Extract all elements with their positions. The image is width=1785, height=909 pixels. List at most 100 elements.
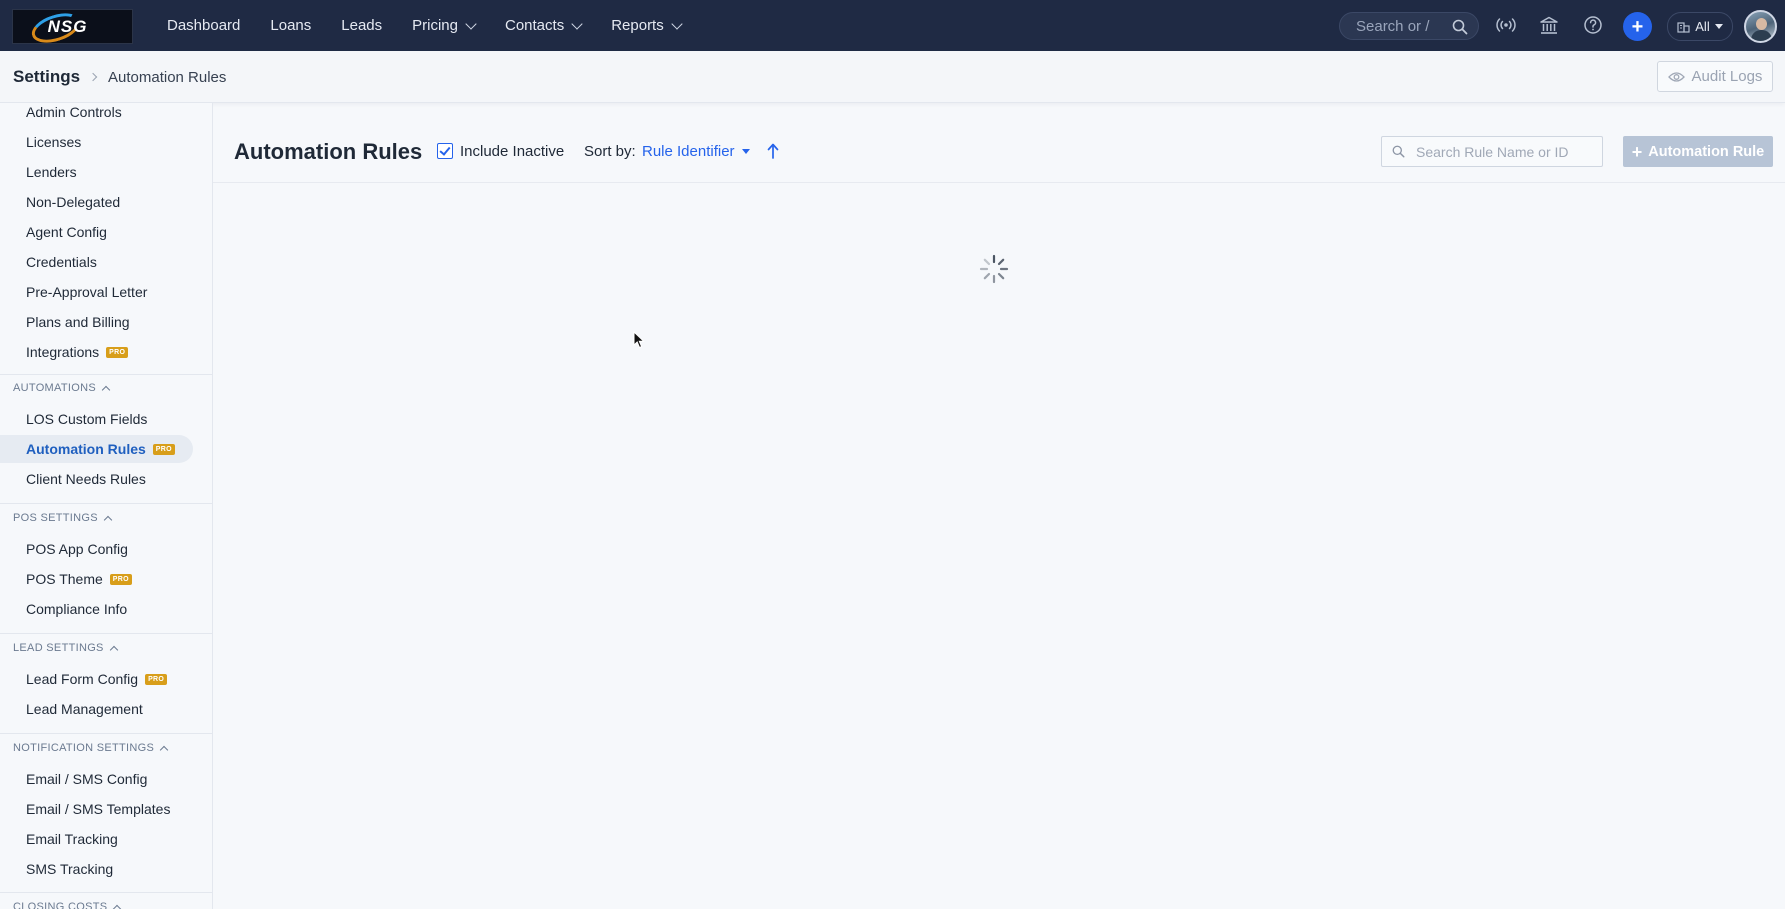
company-logo[interactable]: NSG [12,9,133,44]
sidebar-item-label: Compliance Info [26,601,128,617]
logo-text: NSG [47,16,88,36]
sidebar-item-automation-rules[interactable]: Automation Rules PRO [0,435,193,463]
audit-logs-label: Audit Logs [1691,68,1763,85]
caret-down-icon [1714,24,1723,29]
include-inactive-label[interactable]: Include Inactive [460,143,564,160]
audit-logs-button[interactable]: Audit Logs [1657,61,1773,92]
sidebar-item-label: Non-Delegated [26,194,121,210]
chevron-up-icon [101,385,111,394]
broadcast-icon[interactable] [1495,14,1517,36]
pro-badge: PRO [106,346,129,358]
global-search[interactable] [1339,12,1479,40]
mouse-cursor-icon [633,331,645,349]
nav-contacts-label: Contacts [505,17,565,34]
pro-badge: PRO [109,573,132,585]
sort-ascending-icon[interactable] [766,142,780,160]
nav-dashboard-label: Dashboard [167,17,241,34]
breadcrumb-current: Automation Rules [108,69,227,86]
scope-selector[interactable]: All [1667,12,1733,41]
avatar-head [1756,18,1767,30]
nav-dashboard[interactable]: Dashboard [167,17,240,34]
sidebar-item-label: POS App Config [26,541,128,557]
sidebar-item-label: Lead Form Config [26,671,139,687]
chevron-right-icon [88,72,98,82]
sidebar-section-lead-settings[interactable]: LEAD SETTINGS [13,642,118,654]
sidebar-item-lenders[interactable]: Lenders [0,158,193,186]
sidebar-item-label: Agent Config [26,224,107,240]
sidebar-divider [0,503,212,504]
search-icon [1452,19,1468,35]
sidebar-item-lead-form-config[interactable]: Lead Form Config PRO [0,665,193,693]
sidebar-item-pos-theme[interactable]: POS Theme PRO [0,565,193,593]
sidebar-item-licenses[interactable]: Licenses [0,128,193,156]
sidebar-item-email-sms-templates[interactable]: Email / SMS Templates [0,795,193,823]
sort-field-dropdown[interactable]: Rule Identifier [642,143,750,160]
sidebar-section-pos-settings[interactable]: POS SETTINGS [13,512,113,524]
sidebar-item-label: Credentials [26,254,97,270]
sidebar-section-automations[interactable]: AUTOMATIONS [13,382,111,394]
nav-contacts[interactable]: Contacts [505,17,583,34]
sidebar-item-lead-management[interactable]: Lead Management [0,695,193,723]
nav-pricing[interactable]: Pricing [412,17,477,34]
sidebar-item-client-needs-rules[interactable]: Client Needs Rules [0,465,193,493]
chevron-up-icon [109,645,118,654]
add-automation-rule-button[interactable]: + Automation Rule [1623,136,1773,167]
sidebar-item-pos-app-config[interactable]: POS App Config [0,535,193,563]
breadcrumb-root[interactable]: Settings [13,67,80,87]
add-automation-rule-label: Automation Rule [1648,143,1765,160]
sidebar-item-admin-controls[interactable]: Admin Controls [0,103,193,126]
global-search-input[interactable] [1354,16,1450,36]
sidebar-item-label: Email / SMS Config [26,771,148,787]
nav-reports[interactable]: Reports [611,17,683,34]
plus-icon: + [1631,141,1643,162]
sidebar-item-label: Email Tracking [26,831,118,847]
chevron-up-icon [103,515,113,524]
sidebar-item-credentials[interactable]: Credentials [0,248,193,276]
settings-sidebar: Admin Controls Licenses Lenders Non-Dele… [0,103,213,909]
sidebar-item-compliance-info[interactable]: Compliance Info [0,595,193,623]
search-icon [1392,145,1405,158]
plus-icon: + [1631,15,1644,38]
avatar-body [1751,30,1772,41]
sort-by-label: Sort by: [584,143,636,160]
nav-leads[interactable]: Leads [341,17,382,34]
chevron-down-icon [671,17,683,30]
sidebar-divider [0,633,212,634]
sidebar-item-plans-and-billing[interactable]: Plans and Billing [0,308,193,336]
sidebar-item-label: Lead Management [26,701,143,717]
eye-icon [1667,71,1685,82]
sidebar-section-title: POS SETTINGS [13,512,98,524]
include-inactive-checkbox[interactable] [437,143,453,159]
sidebar-item-label: SMS Tracking [26,861,114,877]
sidebar-divider [0,374,212,375]
sidebar-section-title: LEAD SETTINGS [13,642,104,654]
sidebar-item-email-sms-config[interactable]: Email / SMS Config [0,765,193,793]
rule-search-field[interactable] [1381,136,1603,167]
sidebar-section-title: AUTOMATIONS [13,382,96,394]
sidebar-item-email-tracking[interactable]: Email Tracking [0,825,193,853]
main-nav: Dashboard Loans Leads Pricing Contacts R… [167,0,711,51]
sidebar-section-title: CLOSING COSTS [13,901,108,909]
sidebar-item-label: Licenses [26,134,82,150]
sidebar-item-pre-approval-letter[interactable]: Pre-Approval Letter [0,278,193,306]
nav-pricing-label: Pricing [412,17,458,34]
sidebar-item-label: Automation Rules [26,441,146,457]
pro-badge: PRO [152,443,175,455]
nav-loans[interactable]: Loans [270,17,311,34]
rule-search-input[interactable] [1414,142,1594,161]
sidebar-item-label: Email / SMS Templates [26,801,171,817]
sidebar-item-los-custom-fields[interactable]: LOS Custom Fields [0,405,193,433]
sidebar-section-notification-settings[interactable]: NOTIFICATION SETTINGS [13,742,169,754]
nav-loans-label: Loans [270,17,312,34]
bank-icon[interactable] [1538,14,1560,36]
sort-field-value: Rule Identifier [642,143,735,160]
sidebar-item-sms-tracking[interactable]: SMS Tracking [0,855,193,883]
sidebar-item-label: Admin Controls [26,104,122,120]
help-icon[interactable] [1582,14,1604,36]
sidebar-item-non-delegated[interactable]: Non-Delegated [0,188,193,216]
sidebar-item-integrations[interactable]: Integrations PRO [0,338,193,366]
create-new-button[interactable]: + [1623,12,1652,41]
user-avatar[interactable] [1744,10,1777,43]
sidebar-item-agent-config[interactable]: Agent Config [0,218,193,246]
sidebar-section-closing-costs[interactable]: CLOSING COSTS [13,901,122,909]
